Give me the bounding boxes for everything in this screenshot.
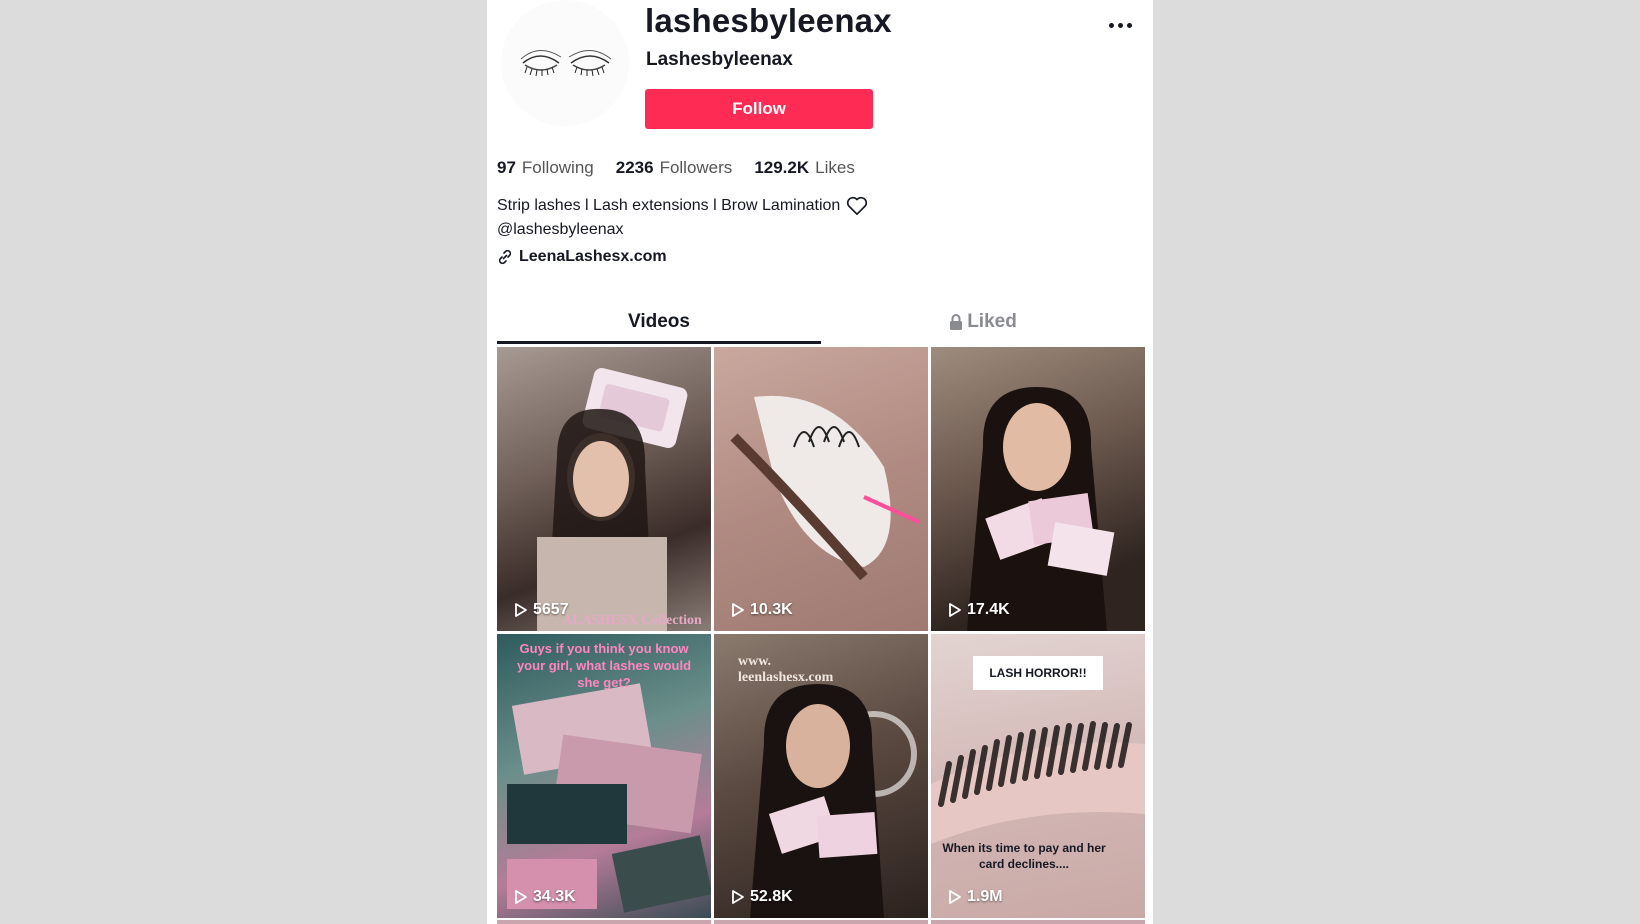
- view-count-value: 10.3K: [750, 601, 793, 618]
- video-thumbnail[interactable]: Guys if you think you know your girl, wh…: [497, 634, 711, 918]
- link-icon: [498, 249, 512, 265]
- stat-following[interactable]: 97 Following: [497, 158, 594, 178]
- profile-bio: Strip lashes l Lash extensions l Brow La…: [497, 194, 1057, 242]
- profile-avatar[interactable]: [501, 0, 629, 126]
- profile-username: lashesbyleenax: [645, 2, 892, 39]
- next-row-thumbnails: [497, 920, 1145, 924]
- view-count-value: 1.9M: [967, 888, 1003, 905]
- bio-link-text[interactable]: LeenaLashesx.com: [519, 248, 667, 266]
- play-icon: [732, 890, 744, 904]
- stat-followers[interactable]: 2236 Followers: [616, 158, 733, 178]
- stat-following-value: 97: [497, 158, 516, 177]
- ellipsis-icon[interactable]: [1107, 14, 1133, 36]
- profile-panel: lashesbyleenax Lashesbyleenax Follow 97 F…: [487, 0, 1153, 924]
- bio-link[interactable]: LeenaLashesx.com: [497, 248, 667, 266]
- profile-nickname: Lashesbyleenax: [646, 49, 793, 70]
- lash-horror-text: LASH HORROR!!: [989, 666, 1087, 680]
- stat-likes: 129.2K Likes: [754, 158, 855, 178]
- view-count-value: 17.4K: [967, 601, 1010, 618]
- video-thumbnail-partial[interactable]: [931, 920, 1145, 924]
- tab-videos-label: Videos: [628, 311, 690, 332]
- video-thumbnail[interactable]: 10.3K: [714, 347, 928, 631]
- lock-icon: [950, 314, 963, 330]
- play-icon: [515, 890, 527, 904]
- person-holding-lash-box-image: [537, 368, 688, 631]
- view-count-value: 52.8K: [750, 888, 793, 905]
- video-thumbnail-partial[interactable]: [714, 920, 928, 924]
- video-overlay-text: www. leenlashesx.com: [738, 654, 834, 685]
- view-count: 10.3K: [730, 601, 793, 619]
- view-count: 52.8K: [730, 888, 793, 906]
- heart-icon: [847, 196, 868, 215]
- tab-liked[interactable]: Liked: [821, 303, 1145, 341]
- video-thumbnail[interactable]: www. leenlashesx.com 52.8K: [714, 634, 928, 918]
- profile-stats: 97 Following 2236 Followers 129.2K Likes: [497, 158, 855, 178]
- view-count-value: 34.3K: [533, 888, 576, 905]
- play-icon: [949, 890, 961, 904]
- video-grid: ALASHESX Collection 5657 10.3K 17.4K Guy…: [497, 347, 1145, 918]
- view-count: 1.9M: [947, 888, 1003, 906]
- lash-extension-closeup-image: [730, 395, 920, 581]
- view-count: 17.4K: [947, 601, 1010, 619]
- lash-horror-label: LASH HORROR!!: [973, 656, 1103, 690]
- bio-line-1: Strip lashes l Lash extensions l Brow La…: [497, 197, 841, 214]
- view-count: 5657: [513, 601, 569, 619]
- stat-followers-value: 2236: [615, 158, 654, 177]
- tab-videos[interactable]: Videos: [497, 303, 821, 344]
- video-caption-text: When its time to pay and her card declin…: [942, 841, 1106, 871]
- stat-likes-value: 129.2K: [754, 158, 810, 177]
- play-icon: [949, 603, 961, 617]
- stat-following-label: Following: [521, 158, 594, 177]
- bio-line-2: @lashesbyleenax: [497, 221, 624, 238]
- video-overlay-text: ALASHESX Collection: [562, 613, 702, 628]
- stat-likes-label: Likes: [815, 158, 855, 177]
- profile-tabs: Videos Liked: [497, 303, 1145, 345]
- view-count-value: 5657: [533, 601, 569, 618]
- person-holding-lash-packs-image: [967, 387, 1115, 631]
- video-thumbnail-partial[interactable]: [497, 920, 711, 924]
- tab-liked-label: Liked: [967, 311, 1017, 332]
- play-icon: [515, 603, 527, 617]
- video-thumbnail[interactable]: ALASHESX Collection 5657: [497, 347, 711, 631]
- view-count: 34.3K: [513, 888, 576, 906]
- play-icon: [732, 603, 744, 617]
- follow-button[interactable]: Follow: [645, 89, 873, 129]
- closed-eyes-logo-icon: [520, 50, 612, 77]
- stat-followers-label: Followers: [659, 158, 733, 177]
- video-thumbnail[interactable]: LASH HORROR!! When its time to pay and h…: [931, 634, 1145, 918]
- video-overlay-text: Guys if you think you know your girl, wh…: [516, 641, 692, 690]
- video-thumbnail[interactable]: 17.4K: [931, 347, 1145, 631]
